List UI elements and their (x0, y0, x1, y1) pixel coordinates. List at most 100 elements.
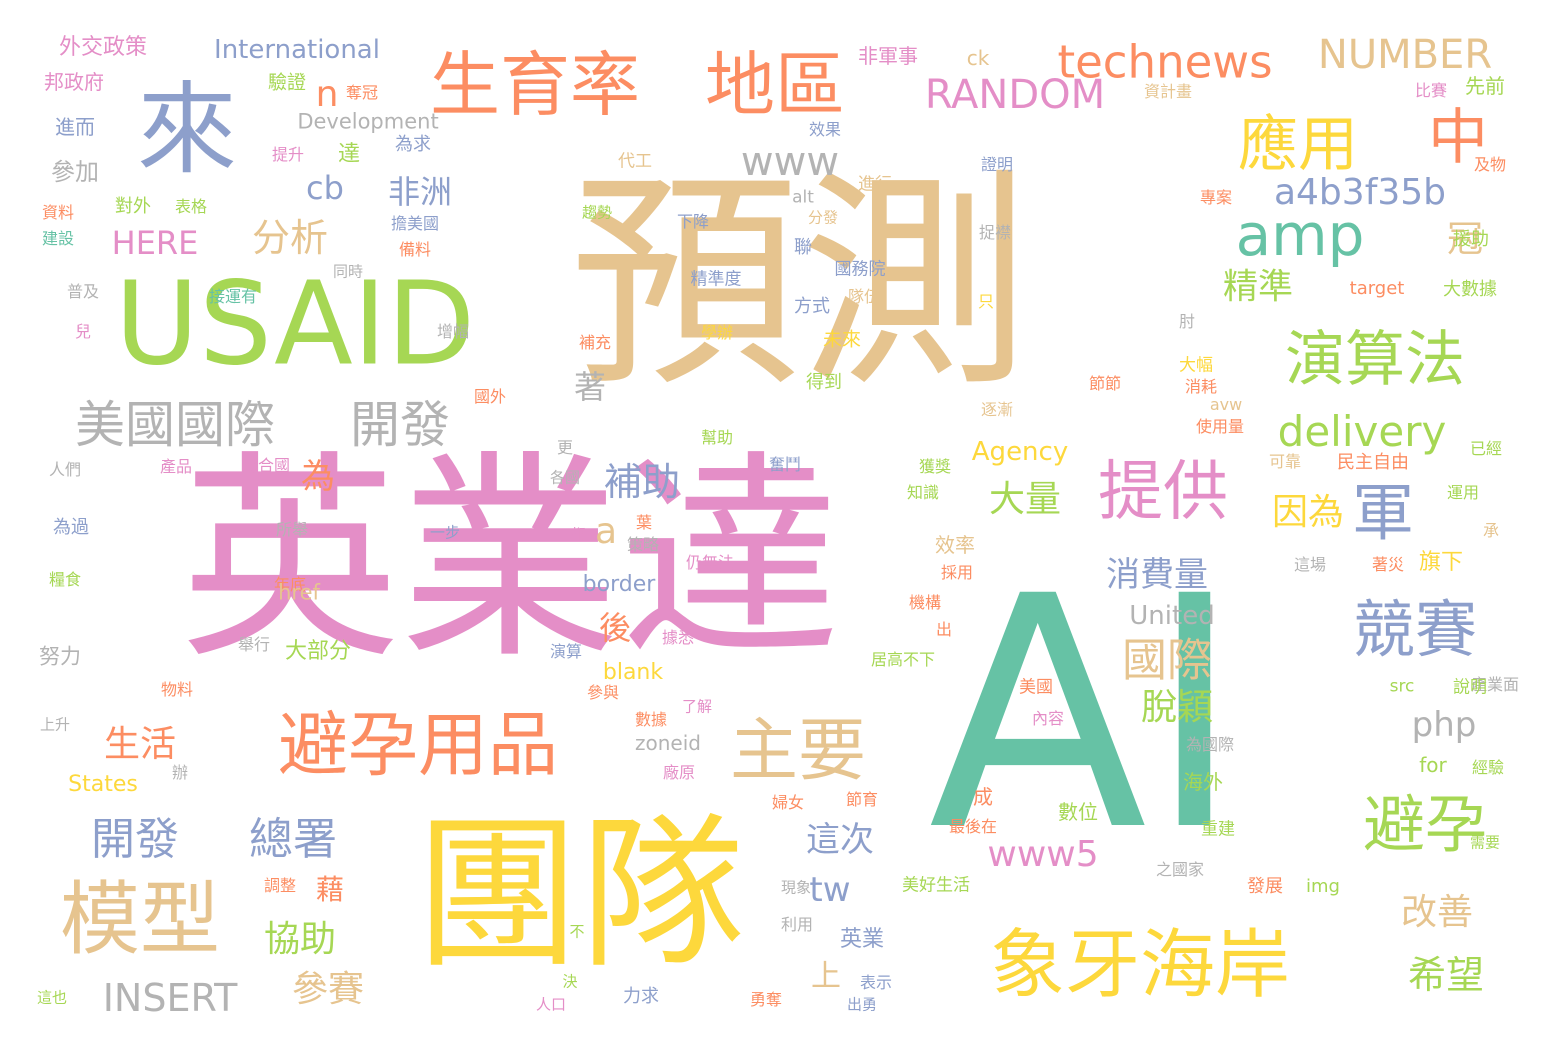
cloud-word: 重建 (1201, 819, 1235, 840)
cloud-word: 生活 (103, 724, 177, 765)
cloud-word: 競賽 (1352, 593, 1478, 666)
cloud-word: 國外 (473, 387, 507, 406)
cloud-word: 應用 (1238, 110, 1358, 180)
cloud-word: 地區 (705, 44, 845, 126)
cloud-word: 人們 (48, 460, 82, 479)
cloud-word: 出勇 (846, 995, 878, 1014)
cloud-word: 各國 (549, 468, 581, 487)
cloud-word: 及物 (1473, 155, 1507, 174)
cloud-word: 主要 (729, 712, 867, 791)
cloud-word: 資料 (41, 203, 75, 222)
cloud-word: United (1129, 601, 1215, 631)
cloud-word: 開發 (91, 814, 179, 865)
cloud-word: 兒 (74, 322, 92, 341)
cloud-word: 效果 (808, 120, 842, 139)
cloud-word: 上 (811, 959, 841, 994)
cloud-word: 奮鬥 (768, 455, 802, 474)
cloud-word: 都 (570, 525, 586, 544)
cloud-word: 聯 (794, 237, 812, 258)
cloud-word: 人口 (535, 995, 567, 1014)
cloud-word: 聯合國 (241, 456, 291, 475)
cloud-word: 使用量 (1195, 417, 1245, 436)
cloud-word: 分析 (251, 216, 329, 260)
cloud-word: src (1389, 676, 1415, 697)
cloud-word: alt (792, 187, 814, 208)
cloud-word: 避孕用品 (278, 704, 558, 786)
cloud-word: 運用 (1446, 483, 1480, 502)
cloud-word: 幫助 (700, 428, 734, 447)
cloud-word: 同時 (332, 262, 364, 281)
cloud-word: 增幅 (436, 322, 470, 341)
cloud-word: 說明 (1453, 677, 1487, 698)
cloud-word: 援助 (1453, 229, 1489, 250)
cloud-word: 藉 (315, 873, 345, 906)
cloud-word: 這場 (1293, 555, 1327, 574)
cloud-word: 大部分 (284, 639, 352, 664)
cloud-word: 據悉 (661, 628, 695, 647)
cloud-word: 參賽 (291, 969, 365, 1010)
cloud-word: 經驗 (1471, 758, 1505, 777)
word-cloud: 預測 英業達 AI 團隊 USAID 來生育率 地區 象牙海岸 模型 避孕用品 應用中演算法 tech… (0, 0, 1548, 1052)
cloud-word: a4b3f35b (1273, 172, 1447, 213)
cloud-word: www5 (987, 834, 1099, 875)
cloud-word: International (214, 35, 380, 65)
cloud-word: 模型 (60, 873, 220, 966)
cloud-word: 數據 (634, 710, 668, 729)
cloud-word: 普及 (66, 282, 100, 301)
cloud-word: 為過 (53, 517, 89, 538)
cloud-word: 提供 (1097, 454, 1229, 530)
cloud-word: 出 (935, 620, 953, 639)
cloud-word: cb (306, 169, 344, 207)
cloud-word: 發展 (1247, 876, 1283, 897)
cloud-word: 民主自由 (1337, 452, 1409, 473)
cloud-word: 證明 (980, 155, 1014, 174)
cloud-word: www (740, 139, 840, 185)
cloud-word: 居高不下 (870, 650, 936, 669)
cloud-word: 非軍事 (858, 44, 918, 68)
cloud-word: 資計畫 (1143, 82, 1193, 101)
cloud-word: 改善 (1400, 892, 1474, 933)
cloud-word: 美好生活 (902, 875, 970, 896)
cloud-word: 建設 (41, 229, 75, 248)
cloud-word: 海外 (1183, 770, 1223, 794)
cloud-word: 消耗 (1184, 377, 1218, 396)
cloud-word: 需要 (1469, 833, 1501, 852)
cloud-word: 承 (1482, 521, 1500, 540)
cloud-word: 成 (973, 785, 993, 809)
cloud-word: 糧食 (48, 570, 82, 589)
cloud-word: 比賽 (1414, 81, 1448, 100)
cloud-word: 現象 (780, 878, 812, 897)
cloud-word: 仍無法 (685, 553, 735, 572)
cloud-word: 對外 (115, 196, 151, 217)
cloud-word: 決 (562, 972, 578, 991)
cloud-word: 節節 (1088, 374, 1122, 393)
cloud-word: 方式 (794, 296, 830, 317)
cloud-word: 舉行 (237, 635, 271, 654)
cloud-word: 總署 (249, 814, 337, 865)
cloud-word: delivery (1277, 407, 1447, 456)
cloud-word: 演算 (549, 642, 583, 661)
cloud-word: 來 (137, 71, 237, 188)
cloud-word: 非洲 (387, 173, 453, 211)
cloud-word: 奪冠 (345, 83, 379, 102)
cloud-word: 擔美國 (390, 214, 440, 233)
cloud-word: INSERT (102, 976, 238, 1020)
cloud-word: 表格 (174, 197, 208, 216)
cloud-word: 著災 (1371, 555, 1405, 574)
cloud-word: 效率 (935, 533, 975, 557)
cloud-word: 之國家 (1155, 860, 1205, 879)
cloud-word: 了解 (681, 697, 713, 716)
cloud-word: 代工 (618, 151, 652, 172)
cloud-word: 參與 (586, 683, 620, 702)
cloud-word: 辦 (171, 763, 189, 782)
cloud-word: 演算法 (1285, 325, 1465, 395)
cloud-word: 大幅 (1179, 355, 1213, 376)
cloud-word: 婦女 (771, 793, 805, 812)
cloud-word: HERE (111, 224, 199, 262)
cloud-word: 大量 (988, 479, 1062, 520)
cloud-word: target (1349, 278, 1405, 299)
cloud-word: 精準度 (690, 269, 742, 290)
cloud-word: 未來 (822, 328, 862, 351)
cloud-word: 這也 (36, 988, 68, 1007)
cloud-word: 調整 (263, 876, 297, 895)
